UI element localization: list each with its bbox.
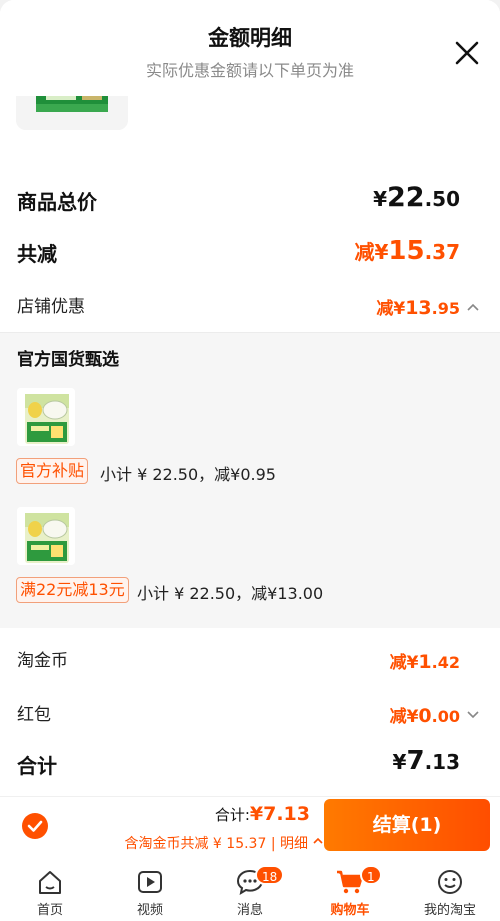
- checkmark-icon: [27, 820, 43, 832]
- detail-toggle[interactable]: 含淘金币共减 ¥ 15.37 | 明细: [124, 833, 323, 853]
- chevron-up-icon[interactable]: [466, 302, 480, 312]
- tab-cart[interactable]: 1 购物车: [300, 859, 400, 921]
- total-reduce-value: 减¥15.37: [354, 236, 460, 266]
- close-icon: [455, 41, 479, 65]
- bottom-total-value: ¥7.13: [249, 803, 310, 825]
- message-count-badge: 18: [255, 865, 285, 885]
- total-reduce-label: 共减: [17, 242, 57, 266]
- detail-text: 含淘金币共减 ¥ 15.37 | 明细: [124, 836, 308, 852]
- shop-discount-panel: 官方国货甄选 官方补贴 小计 ¥ 22.50，减¥0.95 满22元减13元 小…: [0, 332, 500, 628]
- tab-label: 首页: [36, 903, 63, 918]
- shop-discount-row[interactable]: 店铺优惠 减¥13.95: [0, 288, 500, 322]
- redpacket-value: 减¥0.00: [389, 705, 460, 727]
- goods-total-row: 商品总价 ¥22.50: [0, 182, 500, 216]
- shop-discount-value: 减¥13.95: [376, 297, 460, 319]
- product-image[interactable]: [17, 507, 75, 565]
- tab-home[interactable]: 首页: [0, 859, 100, 921]
- tab-profile[interactable]: 我的淘宝: [400, 859, 500, 921]
- tab-label: 消息: [236, 903, 263, 918]
- promo-tag: 官方补贴: [16, 458, 89, 484]
- chevron-up-icon: [313, 837, 323, 844]
- sheet-subtitle: 实际优惠金额请以下单页为准: [145, 61, 354, 80]
- tab-label: 视频: [136, 903, 163, 918]
- shop-name: 官方国货甄选: [17, 350, 119, 370]
- bottom-total-label: 合计:: [214, 806, 250, 824]
- item-subtotal: 小计 ¥ 22.50，减¥0.95: [100, 465, 276, 484]
- tab-label: 我的淘宝: [423, 903, 476, 918]
- amount-detail-sheet: 金额明细 实际优惠金额请以下单页为准 商品总价 ¥22.50 共减 减¥15.3…: [0, 0, 500, 921]
- sheet-title: 金额明细: [208, 26, 292, 50]
- home-icon: [39, 871, 61, 894]
- total-label: 合计: [17, 754, 57, 778]
- close-button[interactable]: [452, 38, 482, 68]
- tab-messages[interactable]: 18 消息: [200, 859, 300, 921]
- product-thumbnail: [16, 96, 128, 130]
- select-all-checkbox[interactable]: [22, 813, 48, 839]
- tab-label: 购物车: [330, 903, 370, 918]
- coins-label: 淘金币: [17, 651, 68, 671]
- checkout-bar: 合计:¥7.13 含淘金币共减 ¥ 15.37 | 明细 结算(1): [0, 796, 500, 859]
- checkout-button[interactable]: 结算(1): [324, 799, 490, 851]
- goods-total-value: ¥22.50: [373, 182, 460, 213]
- shop-discount-label: 店铺优惠: [17, 297, 85, 317]
- total-reduce-row: 共减 减¥15.37: [0, 234, 500, 268]
- chevron-down-icon[interactable]: [466, 710, 480, 720]
- bottom-total: 合计:¥7.13: [215, 803, 310, 825]
- video-icon: [138, 871, 162, 893]
- product-image[interactable]: [17, 388, 75, 446]
- goods-total-label: 商品总价: [17, 190, 97, 214]
- item-subtotal: 小计 ¥ 22.50，减¥13.00: [137, 584, 324, 603]
- tab-video[interactable]: 视频: [100, 859, 200, 921]
- total-value: ¥7.13: [392, 746, 460, 776]
- promo-tag: 满22元减13元: [16, 577, 129, 603]
- sheet-header: 金额明细 实际优惠金额请以下单页为准: [0, 0, 500, 96]
- detail-scroll-area[interactable]: 商品总价 ¥22.50 共减 减¥15.37 店铺优惠 减¥13.95 官方国货…: [0, 96, 500, 796]
- profile-icon: [438, 870, 462, 894]
- redpacket-label: 红包: [17, 705, 51, 725]
- total-row: 合计 ¥7.13: [0, 746, 500, 782]
- coins-value: 减¥1.42: [389, 651, 460, 673]
- coins-row: 淘金币 减¥1.42: [0, 642, 500, 676]
- cart-count-badge: 1: [360, 865, 382, 885]
- redpacket-row[interactable]: 红包 减¥0.00: [0, 696, 500, 730]
- bottom-tab-bar: 首页 视频 18 消息 1 购物车 我的淘宝: [0, 859, 500, 921]
